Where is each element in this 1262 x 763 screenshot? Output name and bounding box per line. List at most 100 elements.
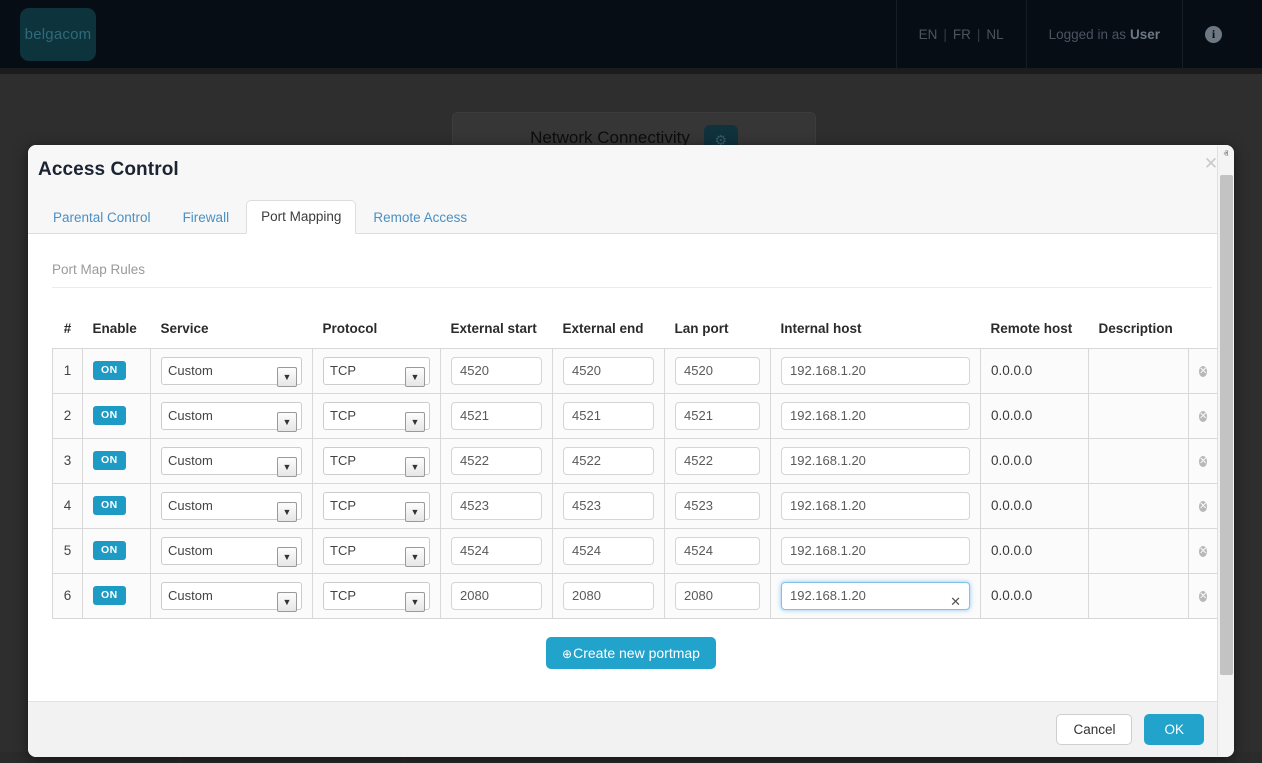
delete-row-icon[interactable]: ✕ <box>1199 456 1207 467</box>
internal-host-input[interactable] <box>781 537 970 565</box>
info-button[interactable]: i <box>1182 0 1244 68</box>
dialog-scrollbar[interactable]: ⱏ ⱟ <box>1217 146 1234 756</box>
protocol-select[interactable]: TCP <box>323 402 430 430</box>
clear-icon[interactable]: ✕ <box>950 594 961 610</box>
language-option-fr[interactable]: FR <box>953 27 971 42</box>
row-index: 6 <box>53 573 83 618</box>
row-index: 2 <box>53 393 83 438</box>
external-start-cell <box>441 573 553 618</box>
scroll-up-icon[interactable]: ⱏ <box>1218 146 1235 163</box>
enable-toggle[interactable]: ON <box>93 406 126 425</box>
lan-port-input[interactable] <box>675 357 760 385</box>
protocol-select[interactable]: TCP <box>323 537 430 565</box>
delete-row-icon[interactable]: ✕ <box>1199 411 1207 422</box>
service-select[interactable]: Custom <box>161 447 302 475</box>
external-end-input[interactable] <box>563 402 654 430</box>
internal-host-input[interactable] <box>781 357 970 385</box>
lan-port-cell <box>665 348 771 393</box>
enable-toggle[interactable]: ON <box>93 361 126 380</box>
service-select[interactable]: Custom <box>161 537 302 565</box>
delete-cell: ✕ <box>1189 573 1221 618</box>
row-index: 4 <box>53 483 83 528</box>
delete-row-icon[interactable]: ✕ <box>1199 366 1207 377</box>
scrollbar-track[interactable] <box>1218 163 1235 739</box>
table-row: 1 ON Custom▼ TCP▼ 0.0.0.0 ✕ <box>53 348 1221 393</box>
tab-firewall[interactable]: Firewall <box>168 201 245 234</box>
external-start-input[interactable] <box>451 402 542 430</box>
lan-port-input[interactable] <box>675 582 760 610</box>
enable-toggle[interactable]: ON <box>93 586 126 605</box>
belgacom-logo[interactable]: belgacom <box>20 8 96 61</box>
enable-toggle[interactable]: ON <box>93 541 126 560</box>
protocol-select-holder: TCP ▼ <box>323 453 430 468</box>
external-start-input[interactable] <box>451 582 542 610</box>
tab-remote-access[interactable]: Remote Access <box>358 201 482 234</box>
external-end-input[interactable] <box>563 357 654 385</box>
column-header-external-start: External start <box>441 310 553 348</box>
language-option-nl[interactable]: NL <box>986 27 1003 42</box>
internal-host-wrap <box>781 453 970 468</box>
internal-host-input[interactable] <box>781 402 970 430</box>
external-end-input[interactable] <box>563 582 654 610</box>
scrollbar-thumb[interactable] <box>1220 175 1233 675</box>
protocol-select-holder: TCP ▼ <box>323 588 430 603</box>
service-select[interactable]: Custom <box>161 402 302 430</box>
protocol-select[interactable]: TCP <box>323 447 430 475</box>
internal-host-input[interactable] <box>781 447 970 475</box>
enable-toggle[interactable]: ON <box>93 496 126 515</box>
column-header-actions <box>1189 310 1221 348</box>
enable-toggle[interactable]: ON <box>93 451 126 470</box>
delete-row-icon[interactable]: ✕ <box>1199 546 1207 557</box>
delete-row-icon[interactable]: ✕ <box>1199 591 1207 602</box>
enable-cell: ON <box>83 573 151 618</box>
external-start-input[interactable] <box>451 537 542 565</box>
external-end-input[interactable] <box>563 537 654 565</box>
external-end-input[interactable] <box>563 447 654 475</box>
tab-port-mapping[interactable]: Port Mapping <box>246 200 356 234</box>
service-select[interactable]: Custom <box>161 492 302 520</box>
column-header-enable: Enable <box>83 310 151 348</box>
protocol-select[interactable]: TCP <box>323 492 430 520</box>
external-start-input[interactable] <box>451 357 542 385</box>
description-cell <box>1089 528 1189 573</box>
internal-host-wrap <box>781 408 970 423</box>
column-header-service: Service <box>151 310 313 348</box>
service-select[interactable]: Custom <box>161 582 302 610</box>
service-cell: Custom ▼ <box>151 438 313 483</box>
section-divider <box>52 287 1212 288</box>
lan-port-cell <box>665 528 771 573</box>
logged-in-status: Logged in as User <box>1026 0 1182 68</box>
lan-port-input[interactable] <box>675 402 760 430</box>
external-start-input[interactable] <box>451 447 542 475</box>
create-new-portmap-button[interactable]: ⊕Create new portmap <box>546 637 716 669</box>
tab-parental-control[interactable]: Parental Control <box>38 201 166 234</box>
service-select[interactable]: Custom <box>161 357 302 385</box>
external-end-input[interactable] <box>563 492 654 520</box>
external-end-cell <box>553 438 665 483</box>
internal-host-cell <box>771 348 981 393</box>
info-icon: i <box>1205 26 1222 43</box>
external-start-input[interactable] <box>451 492 542 520</box>
scroll-down-icon[interactable]: ⱟ <box>1218 739 1235 756</box>
lan-port-input[interactable] <box>675 447 760 475</box>
lan-port-input[interactable] <box>675 537 760 565</box>
create-portmap-row: ⊕Create new portmap <box>28 637 1234 669</box>
dialog-footer: Cancel OK <box>28 701 1234 757</box>
logged-in-label: Logged in as <box>1049 27 1126 42</box>
delete-row-icon[interactable]: ✕ <box>1199 501 1207 512</box>
internal-host-input[interactable] <box>781 492 970 520</box>
description-cell <box>1089 483 1189 528</box>
internal-host-input[interactable] <box>781 582 970 610</box>
lan-port-input[interactable] <box>675 492 760 520</box>
service-cell: Custom ▼ <box>151 483 313 528</box>
protocol-select[interactable]: TCP <box>323 357 430 385</box>
cancel-button[interactable]: Cancel <box>1056 714 1132 745</box>
service-select-holder: Custom ▼ <box>161 453 302 468</box>
protocol-select[interactable]: TCP <box>323 582 430 610</box>
language-option-en[interactable]: EN <box>919 27 938 42</box>
table-row: 6ONCustom▼TCP▼✕0.0.0.0✕ <box>53 573 1221 618</box>
ok-button[interactable]: OK <box>1144 714 1204 745</box>
remote-host-cell: 0.0.0.0 <box>981 393 1089 438</box>
external-start-cell <box>441 348 553 393</box>
logo-text: belgacom <box>25 26 92 43</box>
